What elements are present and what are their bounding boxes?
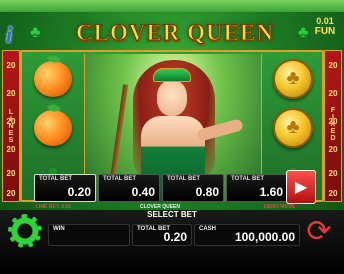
payline-number: 20 [6,61,16,70]
win-label: WIN [53,226,65,232]
bet-option-value: 1.60 [259,185,283,199]
bet-option-label: TOTAL BET [167,176,200,182]
bet-option[interactable]: TOTAL BET 0.80 [162,174,224,202]
gold-coin-symbol: ♣ [273,107,313,148]
queen-crown [153,68,191,82]
payline-number: 20 [328,189,338,198]
cash-value: 100,000.00 [234,230,295,244]
total-bet-display: TOTAL BET 0.20 [132,224,192,246]
symbol-cell: ♣ [264,103,322,152]
play-arrow-icon[interactable]: ▶ [286,170,316,204]
payline-number: 20 [328,89,338,98]
cash-label: CASH [199,226,217,232]
cash-display: CASH 100,000.00 [194,224,300,246]
top-strip [0,0,344,12]
symbol-cell [24,103,82,152]
bet-option[interactable]: TOTAL BET 0.40 [98,174,160,202]
clover-icon: ♣ [30,24,41,41]
settings-gear-icon[interactable] [8,214,42,248]
fun-currency: FUN [314,26,336,37]
bet-option[interactable]: TOTAL BET 1.60 [226,174,288,202]
info-icon[interactable]: i [6,24,24,46]
symbol-cell [24,54,82,103]
fixed-label: FIXED [330,107,336,142]
bet-option-value: 0.20 [67,185,91,199]
bet-option-label: TOTAL BET [39,176,72,182]
payline-number: 20 [328,61,338,70]
payline-number: 20 [6,169,16,178]
fun-balance-value: 0.01 [316,16,334,26]
control-bar: SELECT BET WIN TOTAL BET 0.20 CASH 100,0… [0,210,344,274]
payline-number: 20 [6,89,16,98]
autoplay-icon[interactable]: ⟳ [302,214,336,248]
queen-face [157,80,187,116]
select-bet-prompt: SELECT BET [147,210,197,219]
payline-number: 20 [328,169,338,178]
bet-option-value: 0.80 [195,185,219,199]
payline-number: 20 [328,145,338,154]
lines-label: LINES [8,109,14,144]
bet-selector: TOTAL BET 0.20 TOTAL BET 0.40 TOTAL BET … [34,174,310,202]
bet-option-value: 0.40 [131,185,155,199]
peach-symbol [34,60,72,97]
payline-number: 20 [6,189,16,198]
paylines-left: 20 20 20 20 20 20 LINES [2,50,20,202]
peach-symbol [34,109,72,146]
gear-teeth [8,214,42,248]
bet-option-label: TOTAL BET [103,176,136,182]
fun-balance: 0.01 FUN [310,16,340,37]
header: i ♣ CLOVER QUEEN ♣ 0.01 FUN [0,14,344,50]
paylines-right: 20 20 20 20 20 20 FIXED [324,50,342,202]
bet-option-label: TOTAL BET [231,176,264,182]
bet-option[interactable]: TOTAL BET 0.20 [34,174,96,202]
gold-coin-symbol: ♣ [273,58,313,99]
total-bet-value: 0.20 [163,230,187,244]
payline-number: 20 [6,145,16,154]
symbol-cell: ♣ [264,54,322,103]
game-frame: i ♣ CLOVER QUEEN ♣ 0.01 FUN 20 20 20 20 … [0,0,344,274]
game-title: CLOVER QUEEN [76,20,274,46]
win-display: WIN [48,224,130,246]
